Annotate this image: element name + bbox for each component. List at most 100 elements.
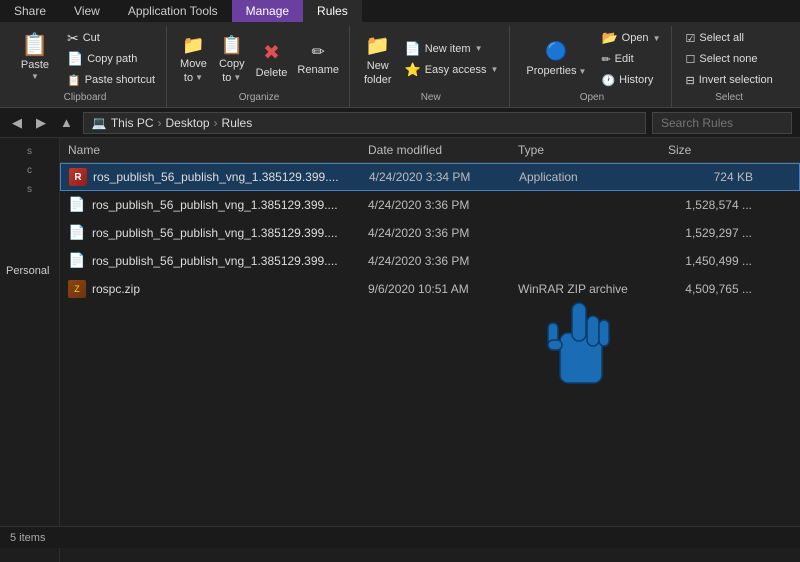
col-name[interactable]: Name [60,141,360,159]
open-small-group: 📂 Open ▼ ✏ Edit 🕐 History [596,28,665,90]
move-to-row: Move [180,58,207,70]
cut-button[interactable]: ✂ Cut [62,28,160,48]
group-new: 📁 New folder 📄 New item ▼ ⭐ Easy access … [352,26,510,107]
organize-group-label: Organize [239,92,280,103]
copy-path-icon: 📄 [67,51,83,67]
organize-items: 📁 Move to ▼ 📋 Copy to ▼ [175,28,343,90]
col-type[interactable]: Type [510,141,660,159]
file-name: ros_publish_56_publish_vng_1.385129.399.… [92,198,338,212]
invert-selection-button[interactable]: ⊟ Invert selection [680,70,777,90]
new-item-button[interactable]: 📄 New item ▼ [400,39,504,59]
copy-path-button[interactable]: 📄 Copy path [62,49,160,69]
cut-icon: ✂ [67,30,79,47]
copy-to-arrow: ▼ [233,73,241,82]
delete-icon: ✖ [263,40,280,65]
file-size-cell: 724 KB [661,170,761,184]
history-button[interactable]: 🕐 History [596,70,665,90]
address-path-bar[interactable]: 💻 This PC › Desktop › Rules [83,112,646,134]
search-input[interactable] [652,112,792,134]
path-this-pc: This PC [111,116,154,130]
open-icon: 📂 [601,30,617,46]
properties-row: Properties ▼ [526,65,586,77]
left-panel-personal[interactable]: Personal [0,259,59,279]
table-row[interactable]: R ros_publish_56_publish_vng_1.385129.39… [60,163,800,191]
paste-dropdown-arrow: ▼ [31,72,39,81]
forward-button[interactable]: ▶ [32,113,50,133]
move-to-arrow: ▼ [195,73,203,82]
file-size-cell: 1,528,574 ... [660,198,760,212]
properties-icon: 🔵 [545,41,567,62]
move-to-button[interactable]: 📁 Move to ▼ [175,28,212,90]
history-icon: 🕐 [601,74,615,87]
file-name-cell: Z rospc.zip [60,280,360,298]
select-all-button[interactable]: ☑ Select all [680,28,777,48]
table-row[interactable]: Z rospc.zip 9/6/2020 10:51 AM WinRAR ZIP… [60,275,800,303]
invert-selection-label: Invert selection [699,74,773,86]
sep1: › [158,116,162,130]
open-arrow: ▼ [653,34,661,43]
new-item-easy-group: 📄 New item ▼ ⭐ Easy access ▼ [400,28,504,90]
move-to-icon: 📁 [182,35,204,56]
easy-access-icon: ⭐ [405,62,421,78]
left-panel-item-s2[interactable]: s [0,180,59,199]
left-panel-item-s1[interactable]: s [0,142,59,161]
edit-button[interactable]: ✏ Edit [596,49,665,69]
easy-access-button[interactable]: ⭐ Easy access ▼ [400,60,504,80]
easy-access-label: Easy access [425,64,487,76]
address-bar: ◀ ▶ ▲ 💻 This PC › Desktop › Rules [0,108,800,138]
invert-icon: ⊟ [685,74,694,87]
tab-view[interactable]: View [60,0,114,22]
col-size[interactable]: Size [660,141,760,159]
col-date[interactable]: Date modified [360,141,510,159]
new-folder-button[interactable]: 📁 New folder [358,28,398,90]
sep2: › [214,116,218,130]
tab-manage[interactable]: Manage [232,0,303,22]
file-header: Name Date modified Type Size [60,138,800,163]
copy-to-row: to ▼ [222,72,241,84]
file-size-cell: 1,450,499 ... [660,254,760,268]
copy-to-button[interactable]: 📋 Copy to ▼ [214,28,250,90]
properties-arrow: ▼ [579,67,587,76]
move-to-label2: to [184,72,193,84]
new-folder-label2: folder [364,74,392,86]
edit-label: Edit [615,53,634,65]
group-organize: 📁 Move to ▼ 📋 Copy to ▼ [169,26,350,107]
file-name: rospc.zip [92,282,140,296]
file-icon: 📄 [68,224,86,242]
file-date-cell: 4/24/2020 3:36 PM [360,198,510,212]
zip-icon: Z [68,280,86,298]
delete-button[interactable]: ✖ Delete [252,28,292,90]
select-none-button[interactable]: ☐ Select none [680,49,777,69]
file-name-cell: R ros_publish_56_publish_vng_1.385129.39… [61,168,361,186]
select-group-label: Select [715,92,743,103]
cut-label: Cut [83,32,100,44]
tab-rules[interactable]: Rules [303,0,362,22]
path-rules: Rules [222,116,253,130]
new-items: 📁 New folder 📄 New item ▼ ⭐ Easy access … [358,28,503,90]
tab-share[interactable]: Share [0,0,60,22]
paste-icon: 📋 [21,32,48,58]
paste-shortcut-label: Paste shortcut [85,74,155,86]
tab-application-tools[interactable]: Application Tools [114,0,232,22]
paste-button[interactable]: 📋 Paste ▼ [10,28,60,90]
select-none-label: Select none [699,53,757,65]
table-row[interactable]: 📄 ros_publish_56_publish_vng_1.385129.39… [60,219,800,247]
ribbon-body: 📋 Paste ▼ ✂ Cut 📄 Copy path 📋 Pa [0,22,800,107]
properties-button[interactable]: 🔵 Properties ▼ [518,28,594,90]
easy-access-arrow: ▼ [490,65,498,74]
select-none-icon: ☐ [685,53,695,66]
new-folder-icon: 📁 [365,33,390,58]
table-row[interactable]: 📄 ros_publish_56_publish_vng_1.385129.39… [60,247,800,275]
rename-button[interactable]: ✏ Rename [293,28,343,90]
table-row[interactable]: 📄 ros_publish_56_publish_vng_1.385129.39… [60,191,800,219]
paste-shortcut-button[interactable]: 📋 Paste shortcut [62,70,160,90]
left-panel-item-c[interactable]: c [0,161,59,180]
up-button[interactable]: ▲ [56,113,77,132]
select-all-label: Select all [699,32,744,44]
group-clipboard: 📋 Paste ▼ ✂ Cut 📄 Copy path 📋 Pa [4,26,167,107]
back-button[interactable]: ◀ [8,113,26,133]
open-button[interactable]: 📂 Open ▼ [596,28,665,48]
file-name: ros_publish_56_publish_vng_1.385129.399.… [92,254,338,268]
delete-label: Delete [256,67,288,79]
ribbon-tab-bar: Share View Application Tools Manage Rule… [0,0,800,22]
